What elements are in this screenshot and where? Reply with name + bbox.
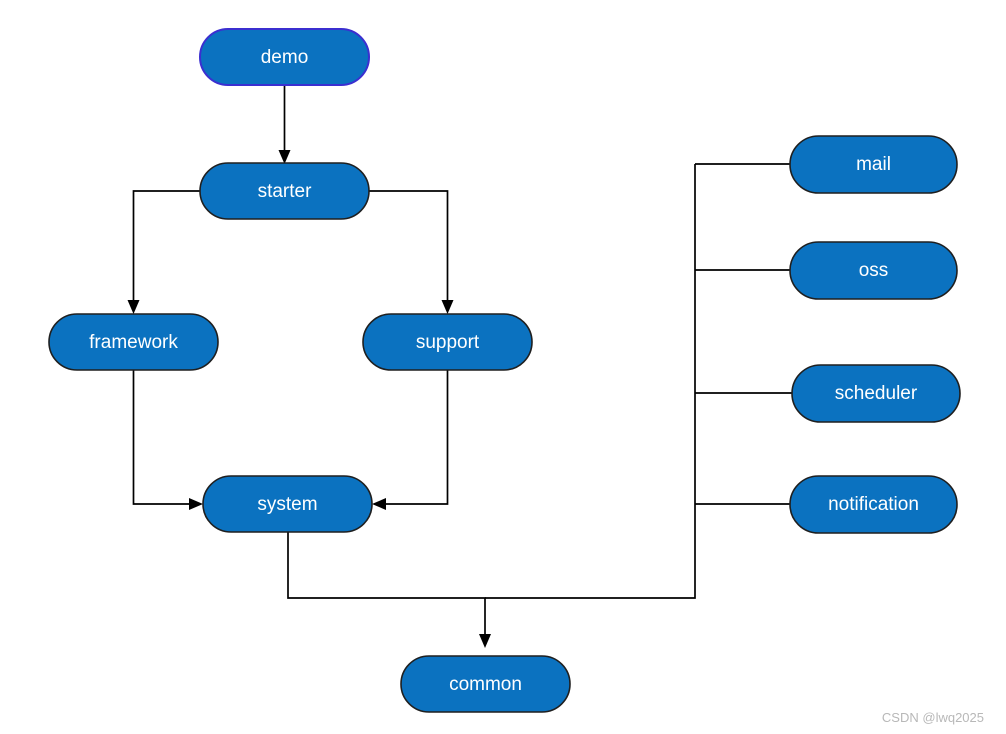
node-starter[interactable]: starter — [199, 162, 370, 220]
arrowhead-demo-to-starter — [278, 150, 291, 164]
node-support[interactable]: support — [362, 313, 533, 371]
edge-bus-to-common — [485, 164, 696, 599]
node-layer: demo starter framework support system co — [48, 28, 961, 713]
arrowhead-starter-to-framework — [127, 300, 140, 314]
node-notification[interactable]: notification — [789, 475, 958, 534]
arrowhead-support-to-system — [372, 498, 386, 510]
node-mail[interactable]: mail — [789, 135, 958, 194]
arrowhead-framework-to-system — [189, 498, 203, 510]
edge-framework-to-system — [132, 370, 194, 505]
node-scheduler[interactable]: scheduler — [791, 364, 961, 423]
diagram-canvas: demo starter framework support system co — [0, 0, 1006, 734]
node-framework[interactable]: framework — [48, 313, 219, 371]
arrowhead-starter-to-support — [441, 300, 454, 314]
watermark: CSDN @lwq2025 — [882, 710, 984, 725]
edge-system-to-common — [287, 532, 486, 638]
edge-starter-to-support — [369, 190, 449, 305]
edge-support-to-system — [381, 370, 449, 505]
node-oss[interactable]: oss — [789, 241, 958, 300]
arrowhead-to-common — [479, 634, 491, 648]
node-demo[interactable]: demo — [199, 28, 370, 86]
node-system[interactable]: system — [202, 475, 373, 533]
edge-starter-to-framework — [132, 190, 200, 305]
node-common[interactable]: common — [400, 655, 571, 713]
diagram-svg: demo starter framework support system co — [48, 28, 984, 725]
